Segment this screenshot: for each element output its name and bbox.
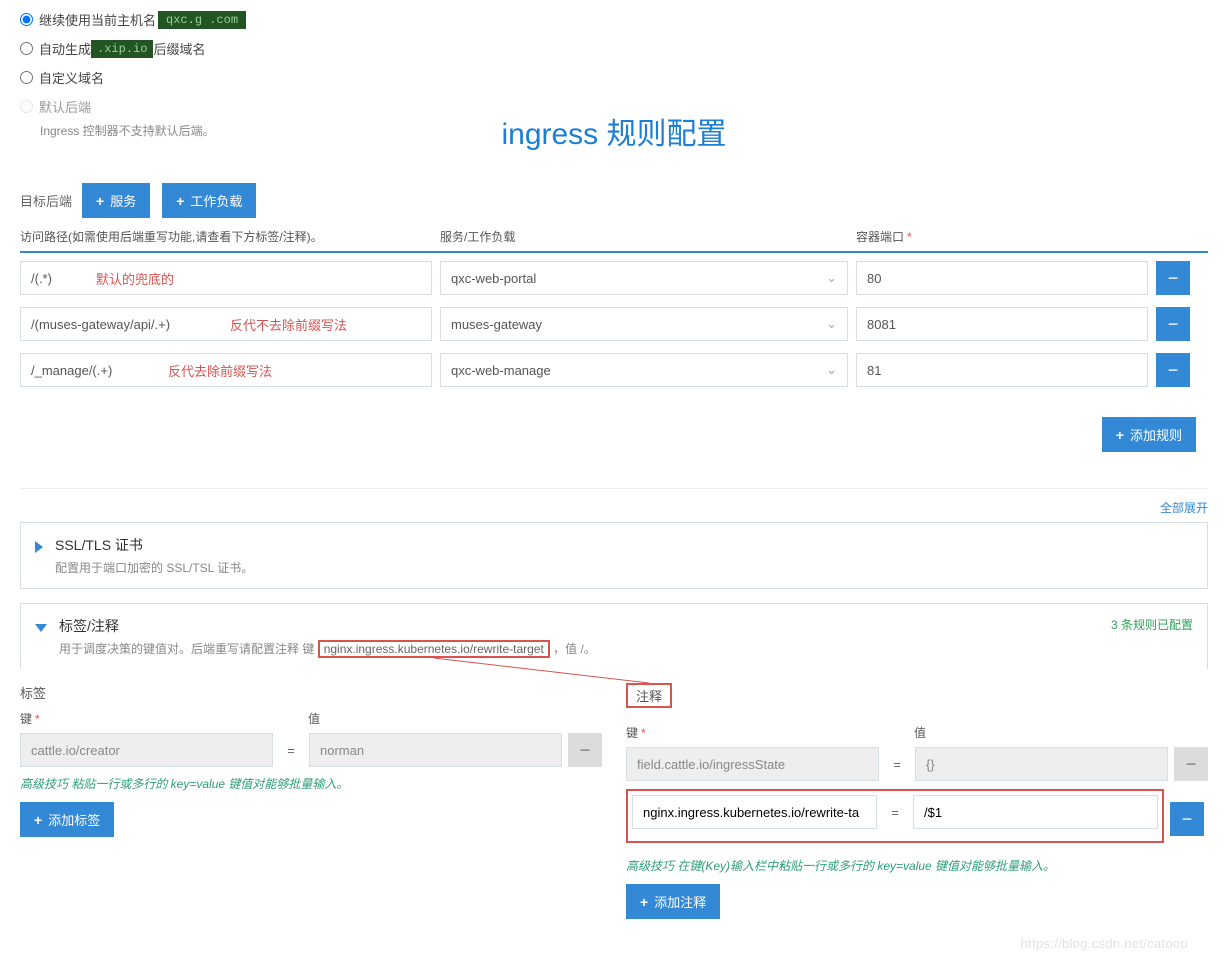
annotations-tip: 高级技巧 在键(Key)输入栏中粘贴一行或多行的 key=value 键值对能够…: [626, 857, 1208, 874]
add-workload-button[interactable]: + 工作负载: [162, 183, 256, 218]
rule-row: 默认的兜底的 qxc-web-portal ⌄ −: [20, 261, 1208, 295]
add-service-button[interactable]: + 服务: [82, 183, 150, 218]
service-select[interactable]: qxc-web-portal ⌄: [440, 261, 848, 295]
annotation-row: = −: [626, 747, 1208, 781]
rule-row: 反代去除前缀写法 qxc-web-manage ⌄ −: [20, 353, 1208, 387]
annotations-column: 注释 键* 值 = − = − 高级技巧 在键(Key)输入栏中粘贴一行或多行的…: [626, 683, 1208, 919]
plus-icon: +: [96, 193, 104, 209]
plus-icon: +: [1116, 427, 1124, 443]
remove-rule-button[interactable]: −: [1156, 307, 1190, 341]
label-row: = −: [20, 733, 602, 767]
plus-icon: +: [176, 193, 184, 209]
labels-title: 标签/注释: [59, 616, 596, 636]
equals-label: =: [883, 805, 907, 820]
service-value: qxc-web-portal: [451, 271, 536, 286]
chevron-down-icon: ⌄: [826, 362, 837, 378]
labels-col-title: 标签: [20, 683, 602, 702]
add-annotation-button[interactable]: + 添加注释: [626, 884, 720, 919]
auto-host-label: 自动生成: [39, 39, 91, 58]
port-input[interactable]: [856, 307, 1148, 341]
add-label-button[interactable]: + 添加标签: [20, 802, 114, 837]
service-select[interactable]: muses-gateway ⌄: [440, 307, 848, 341]
labels-column: 标签 键* 值 = − 高级技巧 粘贴一行或多行的 key=value 键值对能…: [20, 683, 602, 919]
boxed-annotation-row: =: [626, 789, 1164, 843]
chevron-down-icon: ⌄: [826, 270, 837, 286]
annotation-key-input[interactable]: [632, 795, 877, 829]
path-input[interactable]: [20, 353, 432, 387]
service-select[interactable]: qxc-web-manage ⌄: [440, 353, 848, 387]
label-key-input: [20, 733, 273, 767]
plus-icon: +: [34, 812, 42, 828]
caret-down-icon: [35, 624, 47, 632]
labels-accordion[interactable]: 标签/注释 用于调度决策的键值对。后端重写请配置注释 键 nginx.ingre…: [20, 603, 1208, 669]
auto-host-tail: 后缀域名: [153, 39, 205, 58]
expand-all-link[interactable]: 全部展开: [20, 499, 1208, 516]
port-input[interactable]: [856, 353, 1148, 387]
path-input[interactable]: [20, 261, 432, 295]
annotation-row: =: [632, 795, 1158, 829]
chevron-down-icon: ⌄: [826, 316, 837, 332]
ssl-accordion[interactable]: SSL/TLS 证书 配置用于端口加密的 SSL/TSL 证书。: [20, 522, 1208, 589]
annotation-val-input[interactable]: [913, 795, 1158, 829]
keep-host-label: 继续使用当前主机名: [39, 10, 156, 29]
service-value: qxc-web-manage: [451, 363, 551, 378]
label-val-input: [309, 733, 562, 767]
host-badge: qxc.g .com: [158, 11, 246, 29]
annotation-val-input: [915, 747, 1168, 781]
equals-label: =: [885, 757, 909, 772]
default-backend-label: 默认后端: [39, 97, 91, 116]
labels-sub: 用于调度决策的键值对。后端重写请配置注释 键 nginx.ingress.kub…: [59, 640, 596, 657]
remove-rule-button[interactable]: −: [1156, 261, 1190, 295]
port-input[interactable]: [856, 261, 1148, 295]
path-header: 访问路径(如需使用后端重写功能,请查看下方标签/注释)。: [20, 228, 440, 245]
rule-row: 反代不去除前缀写法 muses-gateway ⌄ −: [20, 307, 1208, 341]
add-rule-btn-label: 添加规则: [1130, 425, 1182, 444]
svc-header: 服务/工作负载: [440, 228, 856, 245]
remove-annotation-button[interactable]: −: [1174, 747, 1208, 781]
backend-label: 目标后端: [20, 191, 72, 210]
radio-custom-host[interactable]: [20, 71, 33, 84]
remove-label-button[interactable]: −: [568, 733, 602, 767]
path-input[interactable]: [20, 307, 432, 341]
remove-annotation-button[interactable]: −: [1170, 802, 1204, 836]
service-value: muses-gateway: [451, 317, 542, 332]
radio-keep-host[interactable]: [20, 13, 33, 26]
annotation-key-input: [626, 747, 879, 781]
labels-tip: 高级技巧 粘贴一行或多行的 key=value 键值对能够批量输入。: [20, 775, 602, 792]
equals-label: =: [279, 743, 303, 758]
annotations-col-title: 注释: [626, 683, 672, 708]
ssl-sub: 配置用于端口加密的 SSL/TSL 证书。: [55, 559, 253, 576]
ssl-title: SSL/TLS 证书: [55, 535, 253, 555]
service-btn-label: 服务: [110, 191, 136, 210]
custom-host-label: 自定义域名: [39, 68, 104, 87]
auto-suffix-badge: .xip.io: [91, 40, 153, 58]
radio-default-backend: [20, 100, 33, 113]
labels-configured: 3 条规则已配置: [1111, 616, 1193, 633]
plus-icon: +: [640, 894, 648, 910]
radio-auto-host[interactable]: [20, 42, 33, 55]
remove-rule-button[interactable]: −: [1156, 353, 1190, 387]
add-rule-button[interactable]: + 添加规则: [1102, 417, 1196, 452]
rewrite-key-highlight: nginx.ingress.kubernetes.io/rewrite-targ…: [318, 640, 550, 658]
workload-btn-label: 工作负载: [190, 191, 242, 210]
port-header: 容器端口: [856, 230, 904, 244]
caret-right-icon: [35, 541, 43, 553]
rule-header: 访问路径(如需使用后端重写功能,请查看下方标签/注释)。 服务/工作负载 容器端…: [20, 228, 1208, 253]
